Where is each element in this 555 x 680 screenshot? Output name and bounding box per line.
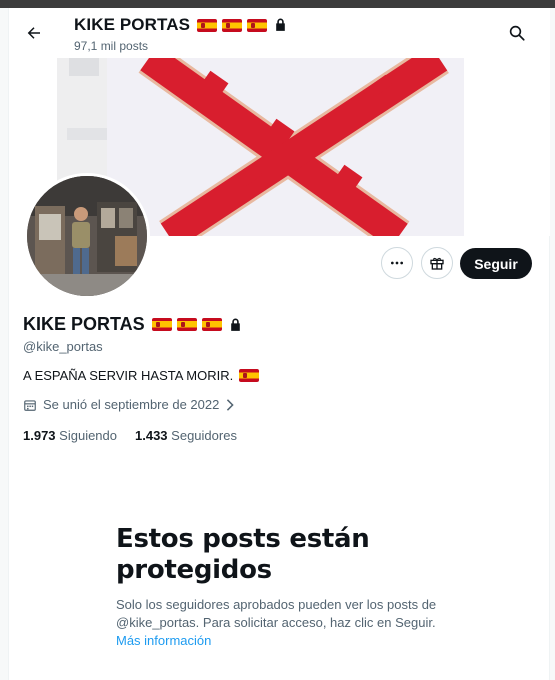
lock-icon [230, 318, 240, 331]
gift-button[interactable] [421, 247, 453, 279]
profile-handle: @kike_portas [23, 339, 103, 354]
spain-flag-icon [151, 318, 172, 331]
protected-body: Solo los seguidores aprobados pueden ver… [116, 596, 446, 650]
search-button[interactable] [504, 20, 530, 46]
protected-posts-notice: Estos posts están protegidos Solo los se… [116, 524, 446, 650]
bio-text: A ESPAÑA SERVIR HASTA MORIR. [23, 368, 234, 383]
more-icon [391, 261, 403, 265]
header-name: KIKE PORTAS [74, 15, 191, 34]
following-label: Siguiendo [59, 428, 117, 443]
profile-bio: A ESPAÑA SERVIR HASTA MORIR. [23, 368, 261, 383]
spain-flag-icon [222, 18, 243, 32]
join-date-text: Se unió el septiembre de 2022 [43, 397, 220, 412]
join-date[interactable]: Se unió el septiembre de 2022 [23, 397, 235, 412]
spain-flag-icon [201, 318, 222, 331]
profile-name-row: KIKE PORTAS [23, 314, 242, 335]
back-button[interactable] [21, 20, 47, 46]
chevron-right-icon [227, 398, 235, 411]
followers-label: Seguidores [171, 428, 237, 443]
profile-header: KIKE PORTAS 97,1 mil posts [9, 8, 550, 58]
profile-name: KIKE PORTAS [23, 314, 145, 334]
search-icon [509, 25, 525, 41]
following-link[interactable]: 1.973 Siguiendo [23, 428, 117, 443]
spain-flag-icon [197, 18, 218, 32]
back-arrow-icon [27, 27, 40, 39]
lock-icon [276, 18, 285, 31]
followers-count: 1.433 [135, 428, 168, 443]
follow-button[interactable]: Seguir [460, 248, 532, 279]
learn-more-link[interactable]: Más información [116, 633, 211, 648]
header-posts-count: 97,1 mil posts [74, 39, 149, 53]
gift-icon [430, 257, 444, 270]
avatar[interactable] [24, 173, 150, 299]
protected-title: Estos posts están protegidos [116, 524, 370, 585]
following-count: 1.973 [23, 428, 56, 443]
more-options-button[interactable] [381, 247, 413, 279]
followers-link[interactable]: 1.433 Seguidores [135, 428, 237, 443]
left-frame [0, 8, 9, 680]
spain-flag-icon [239, 369, 260, 382]
protected-body-text: Solo los seguidores aprobados pueden ver… [116, 597, 437, 630]
calendar-icon [24, 399, 36, 411]
header-title: KIKE PORTAS [74, 15, 287, 35]
avatar-photo [27, 176, 147, 296]
follow-stats: 1.973 Siguiendo 1.433 Seguidores [23, 428, 237, 443]
window-top-strip [0, 0, 555, 8]
spain-flag-icon [247, 18, 268, 32]
spain-flag-icon [176, 318, 197, 331]
